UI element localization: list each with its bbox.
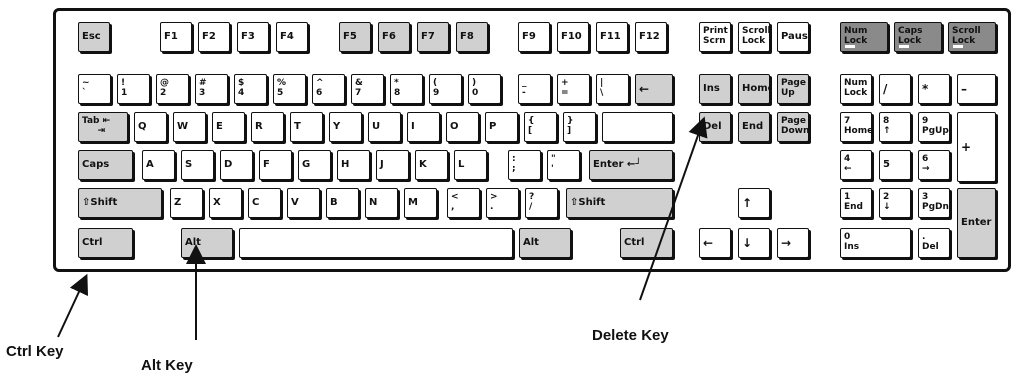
ctrl-key-callout: Ctrl Key: [6, 343, 64, 360]
delete-key-callout: Delete Key: [592, 327, 669, 344]
alt-key-callout: Alt Key: [141, 357, 193, 374]
delete-callout-arrow: [639, 116, 708, 301]
ctrl-callout-arrow: [57, 273, 89, 338]
callout-arrows: [57, 116, 708, 340]
